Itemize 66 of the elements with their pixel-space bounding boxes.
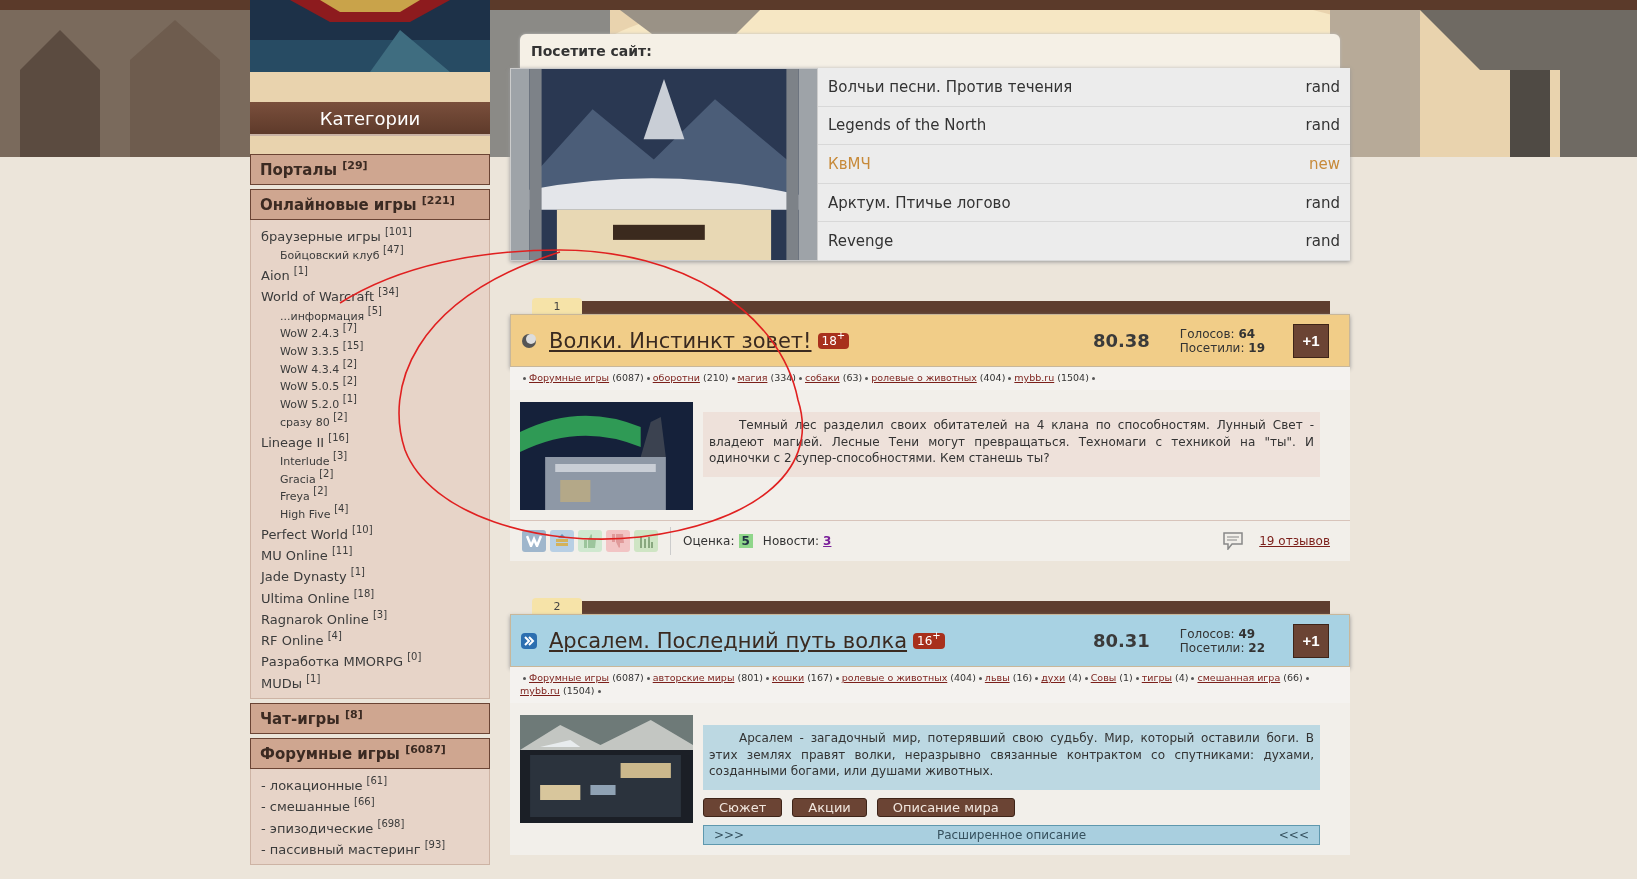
category-link[interactable]: Aion $^{[1]}$: [261, 268, 308, 283]
comment-icon[interactable]: [1223, 532, 1244, 550]
category-link[interactable]: MUDы $^{[1]}$: [261, 675, 321, 691]
score: 80.38: [1092, 330, 1150, 351]
news-label: Новости:: [762, 534, 820, 548]
visits-count: Посетили: 19: [1179, 340, 1265, 355]
tag-link[interactable]: ролевые о животных: [841, 672, 948, 683]
visits-count: Посетили: 22: [1179, 640, 1265, 655]
tag-link[interactable]: львы: [984, 672, 1010, 683]
thumbs-up-icon[interactable]: [578, 530, 602, 552]
news-link[interactable]: 3: [823, 534, 832, 548]
moon-icon: [521, 332, 537, 349]
category-link[interactable]: - пассивный мастеринг $^{[93]}$: [261, 841, 446, 857]
rating-value: 5: [738, 534, 753, 548]
forward-icon: [521, 632, 537, 649]
rating-label: Оценка:: [683, 534, 735, 548]
category-link[interactable]: Ultima Online $^{[18]}$: [261, 590, 375, 606]
vote-button[interactable]: +1: [1293, 623, 1329, 658]
tag-link[interactable]: кошки: [771, 672, 805, 683]
category-link[interactable]: - эпизодические $^{[698]}$: [261, 820, 405, 836]
coins-icon[interactable]: [550, 530, 574, 552]
score: 80.31: [1092, 630, 1150, 651]
site-row[interactable]: Арктум. Птичье логово rand: [818, 183, 1350, 223]
age-rating: 16$^{+}$: [913, 632, 945, 649]
tag-link[interactable]: Форумные игры: [529, 672, 610, 683]
tag-link[interactable]: оборотни: [652, 372, 700, 383]
category-link[interactable]: браузерные игры $^{[101]}$: [261, 229, 412, 244]
category-header[interactable]: Форумные игры $^{[6087]}$: [250, 738, 490, 769]
tag-link[interactable]: mybb.ru: [520, 685, 560, 696]
tag-link[interactable]: собаки: [805, 372, 840, 383]
tag-link[interactable]: смешанная игра: [1197, 672, 1281, 683]
category-link[interactable]: RF Online $^{[4]}$: [261, 633, 342, 649]
tag-link[interactable]: Совы: [1090, 672, 1117, 683]
vote-button[interactable]: +1: [1293, 323, 1329, 358]
age-rating: 18$^{+}$: [817, 332, 850, 349]
tag-link[interactable]: духи: [1041, 672, 1066, 683]
tag-link[interactable]: тигры: [1141, 672, 1172, 683]
category-header[interactable]: Порталы $^{[29]}$: [250, 154, 490, 185]
share-icon[interactable]: [522, 530, 546, 552]
section-button[interactable]: Сюжет: [703, 797, 783, 817]
thumbs-down-icon[interactable]: [606, 530, 630, 552]
category-link[interactable]: Разработка MMORPG $^{[0]}$: [261, 654, 422, 670]
category-link[interactable]: Perfect World $^{[10]}$: [261, 526, 373, 542]
category-link[interactable]: Lineage II $^{[16]}$: [261, 434, 349, 450]
category-link[interactable]: MU Online $^{[11]}$: [261, 547, 353, 563]
section-button[interactable]: Акции: [792, 797, 867, 817]
category-header[interactable]: Чат-игры $^{[8]}$: [250, 703, 490, 734]
category-link[interactable]: Jade Dynasty $^{[1]}$: [261, 569, 365, 585]
category-link[interactable]: Ragnarok Online $^{[3]}$: [261, 611, 388, 627]
listing-title-link[interactable]: Арсалем. Последний путь волка: [549, 628, 908, 653]
tag-link[interactable]: mybb.ru: [1014, 372, 1055, 383]
tag-link[interactable]: авторские миры: [652, 672, 735, 683]
category-link[interactable]: - смешанные $^{[66]}$: [261, 799, 375, 815]
site-row[interactable]: Revenge rand: [818, 222, 1350, 261]
description: Арсалем - загадочный мир, потерявший свою судьбу. Мир, который оставили боги. В этих землях правят волки, неразрывно связанные контрактом со спутниками: духами, созданными богами, или душами животных.: [703, 725, 1320, 790]
category-link[interactable]: - локационные $^{[61]}$: [261, 778, 388, 793]
reviews-link[interactable]: 19 отзывов: [1259, 534, 1330, 548]
tag-link[interactable]: ролевые о животных: [871, 372, 977, 383]
category-header[interactable]: Онлайновые игры $^{[221]}$: [250, 189, 490, 220]
section-button[interactable]: Описание мира: [876, 797, 1015, 817]
bar-chart-icon[interactable]: [634, 530, 658, 552]
votes-count: Голосов: 49: [1179, 626, 1257, 641]
tag-link[interactable]: магия: [737, 372, 768, 383]
expand-bar[interactable]: >>> Расширенное описание <<<: [703, 824, 1320, 845]
tag-link[interactable]: Форумные игры: [529, 372, 610, 383]
votes-count: Голосов: 64: [1179, 326, 1257, 341]
